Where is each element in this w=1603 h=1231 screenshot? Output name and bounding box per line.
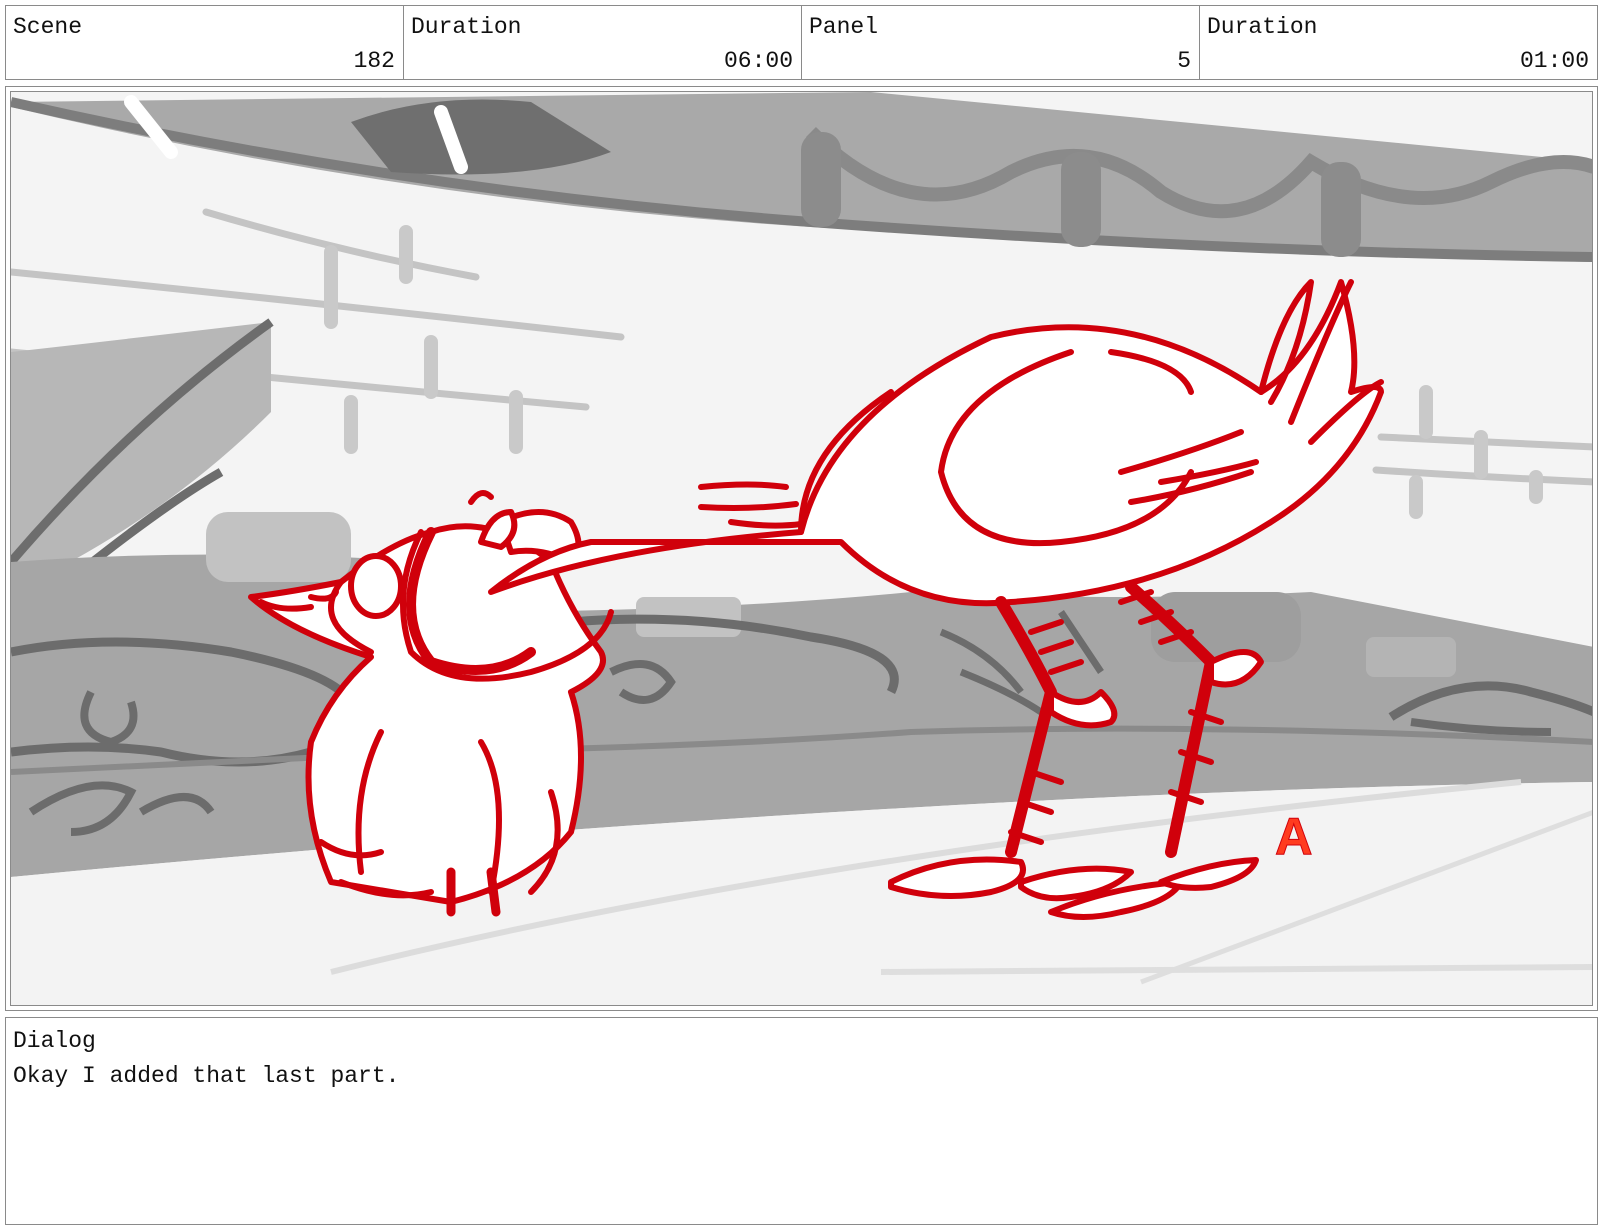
- dialog-text: Okay I added that last part.: [13, 1063, 400, 1089]
- dialog-label: Dialog: [13, 1028, 96, 1054]
- scene-duration-value: 06:00: [723, 48, 793, 74]
- camera-mark-a: A: [1275, 808, 1313, 866]
- scene-number: 182: [353, 48, 395, 74]
- panel-duration-cell: Duration 01:00: [1200, 6, 1597, 79]
- panel-number: 5: [1177, 48, 1191, 74]
- scene-cell: Scene 182: [6, 6, 404, 79]
- scene-duration-label: Duration: [411, 14, 522, 40]
- scene-label: Scene: [13, 14, 83, 40]
- panel-duration-value: 01:00: [1519, 48, 1589, 74]
- scene-duration-cell: Duration 06:00: [404, 6, 802, 79]
- storyboard-panel-image: A: [10, 91, 1593, 1006]
- panel-info-bar: Scene 182 Duration 06:00 Panel 5 Duratio…: [5, 5, 1598, 80]
- panel-cell: Panel 5: [802, 6, 1200, 79]
- dialog-box: Dialog Okay I added that last part.: [5, 1017, 1598, 1225]
- panel-label: Panel: [809, 14, 879, 40]
- panel-duration-label: Duration: [1207, 14, 1318, 40]
- storyboard-panel-frame: A: [5, 86, 1598, 1011]
